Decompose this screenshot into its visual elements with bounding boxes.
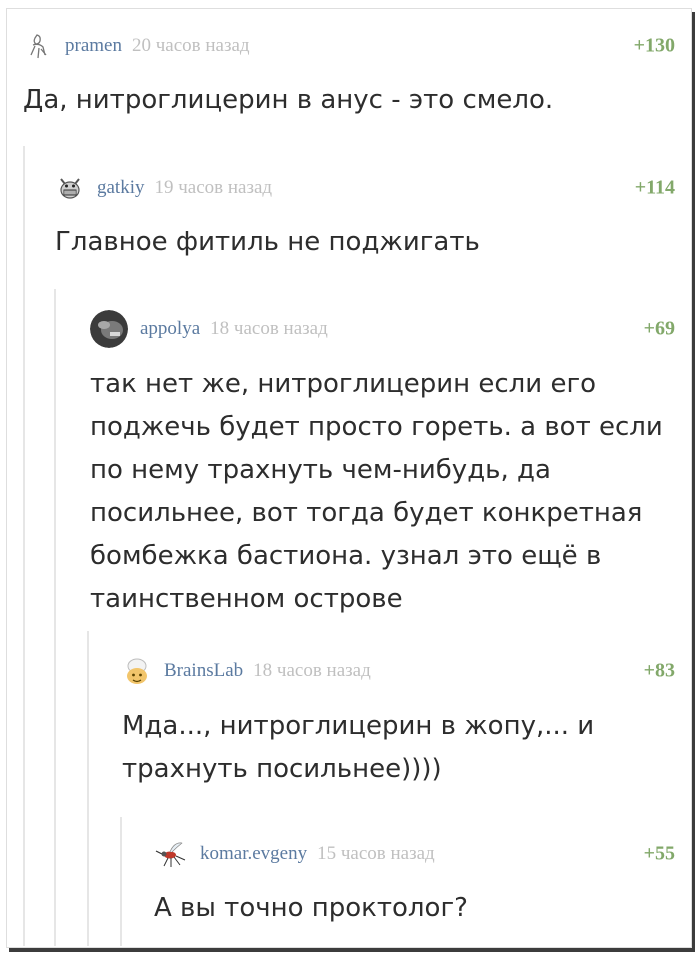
- comment-rating: +114: [634, 176, 675, 199]
- username-link[interactable]: gatkiy: [97, 177, 145, 199]
- thread-line-level-1: [23, 146, 25, 946]
- comment-rating: +69: [643, 317, 675, 340]
- comment-header: appolya 18 часов назад +69: [90, 310, 675, 348]
- comment-time[interactable]: 19 часов назад: [155, 177, 273, 199]
- comment-thread: pramen 20 часов назад +130 Да, нитроглиц…: [6, 8, 692, 948]
- grinning-creature-icon[interactable]: [55, 173, 85, 203]
- comment-rating: +83: [643, 659, 675, 682]
- sketch-figure-icon[interactable]: [23, 31, 53, 61]
- comment-text: Главное фитиль не поджигать: [55, 227, 480, 257]
- mosquito-icon[interactable]: [154, 839, 188, 869]
- thread-line-level-3: [87, 631, 89, 946]
- comment-text: Мда..., нитроглицерин в жопу,... и трахн…: [122, 711, 595, 784]
- username-link[interactable]: pramen: [65, 35, 122, 57]
- comment-text: так нет же, нитроглицерин если его подже…: [90, 369, 663, 614]
- thread-line-level-2: [54, 289, 56, 946]
- comment-text: Да, нитроглицерин в анус - это смело.: [23, 85, 554, 115]
- username-link[interactable]: appolya: [140, 318, 200, 340]
- comment-text: А вы точно проктолог?: [154, 893, 468, 923]
- cartoon-head-icon[interactable]: [122, 656, 152, 686]
- comment-time[interactable]: 15 часов назад: [317, 843, 435, 865]
- comment-rating: +55: [643, 842, 675, 865]
- comment-time[interactable]: 20 часов назад: [132, 35, 250, 57]
- comment-time[interactable]: 18 часов назад: [210, 318, 328, 340]
- comment-time[interactable]: 18 часов назад: [253, 660, 371, 682]
- comment-header: BrainsLab 18 часов назад +83: [122, 656, 675, 686]
- comment-header: gatkiy 19 часов назад +114: [55, 173, 675, 203]
- comment-rating: +130: [633, 34, 675, 57]
- dark-photo-avatar-icon[interactable]: [90, 310, 128, 348]
- comment-header: pramen 20 часов назад +130: [23, 31, 675, 61]
- thread-line-level-4: [120, 817, 122, 946]
- comment-header: komar.evgeny 15 часов назад +55: [154, 839, 675, 869]
- username-link[interactable]: BrainsLab: [164, 660, 243, 682]
- username-link[interactable]: komar.evgeny: [200, 843, 307, 865]
